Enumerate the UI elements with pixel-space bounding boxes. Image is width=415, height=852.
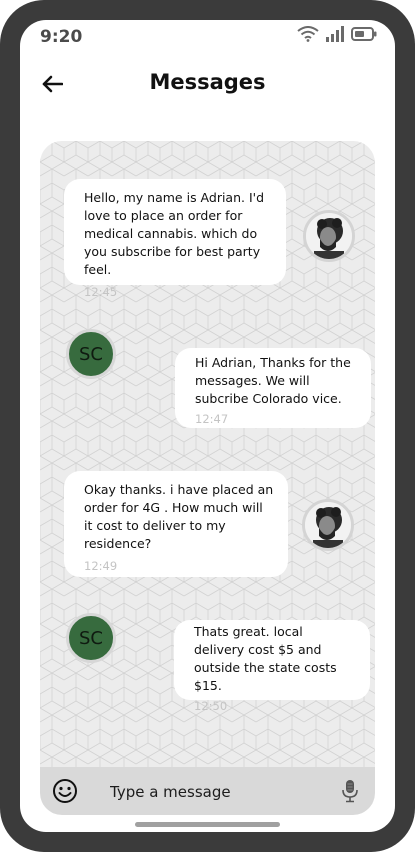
phone-frame: 9:20 Messages Hello, my name is Adrian. … [0, 0, 415, 852]
message-bubble-sent[interactable]: Thats great. local delivery cost $5 and … [174, 620, 370, 713]
home-indicator[interactable] [135, 822, 280, 827]
message-text: Hello, my name is Adrian. I'd love to pl… [84, 190, 265, 277]
avatar[interactable] [302, 499, 354, 551]
message-input[interactable] [108, 781, 332, 803]
message-bubble-received[interactable]: Hello, my name is Adrian. I'd love to pl… [64, 179, 286, 299]
message-timestamp: 12:50 [194, 699, 228, 713]
avatar-initials: SC [79, 343, 103, 365]
wifi-icon [297, 26, 319, 42]
chat-area[interactable]: Hello, my name is Adrian. I'd love to pl… [40, 141, 375, 815]
smiley-icon[interactable] [52, 778, 78, 804]
screen: 9:20 Messages Hello, my name is Adrian. … [20, 20, 395, 832]
message-text: Hi Adrian, Thanks for the messages. We w… [195, 355, 351, 406]
signal-icon [326, 26, 344, 42]
adrian-avatar-photo [306, 213, 352, 259]
avatar[interactable]: SC [66, 613, 116, 663]
message-timestamp: 12:49 [84, 559, 118, 573]
battery-icon [351, 27, 377, 41]
message-text: Thats great. local delivery cost $5 and … [194, 624, 337, 693]
page-title: Messages [149, 70, 266, 94]
message-bubble-sent[interactable]: Hi Adrian, Thanks for the messages. We w… [175, 348, 371, 428]
header: Messages [20, 64, 395, 104]
avatar[interactable]: SC [66, 329, 116, 379]
avatar[interactable] [303, 210, 355, 262]
message-bubble-received[interactable]: Okay thanks. i have placed an order for … [64, 471, 288, 577]
status-bar: 9:20 [20, 20, 395, 56]
avatar-initials: SC [79, 627, 103, 649]
message-text: Okay thanks. i have placed an order for … [84, 482, 274, 551]
adrian-avatar-photo [305, 502, 351, 548]
microphone-icon[interactable] [341, 779, 359, 803]
message-timestamp: 12:47 [195, 412, 229, 426]
status-time: 9:20 [40, 27, 83, 47]
status-icons [297, 26, 377, 42]
message-composer [40, 767, 375, 815]
message-timestamp: 12:45 [84, 285, 118, 299]
